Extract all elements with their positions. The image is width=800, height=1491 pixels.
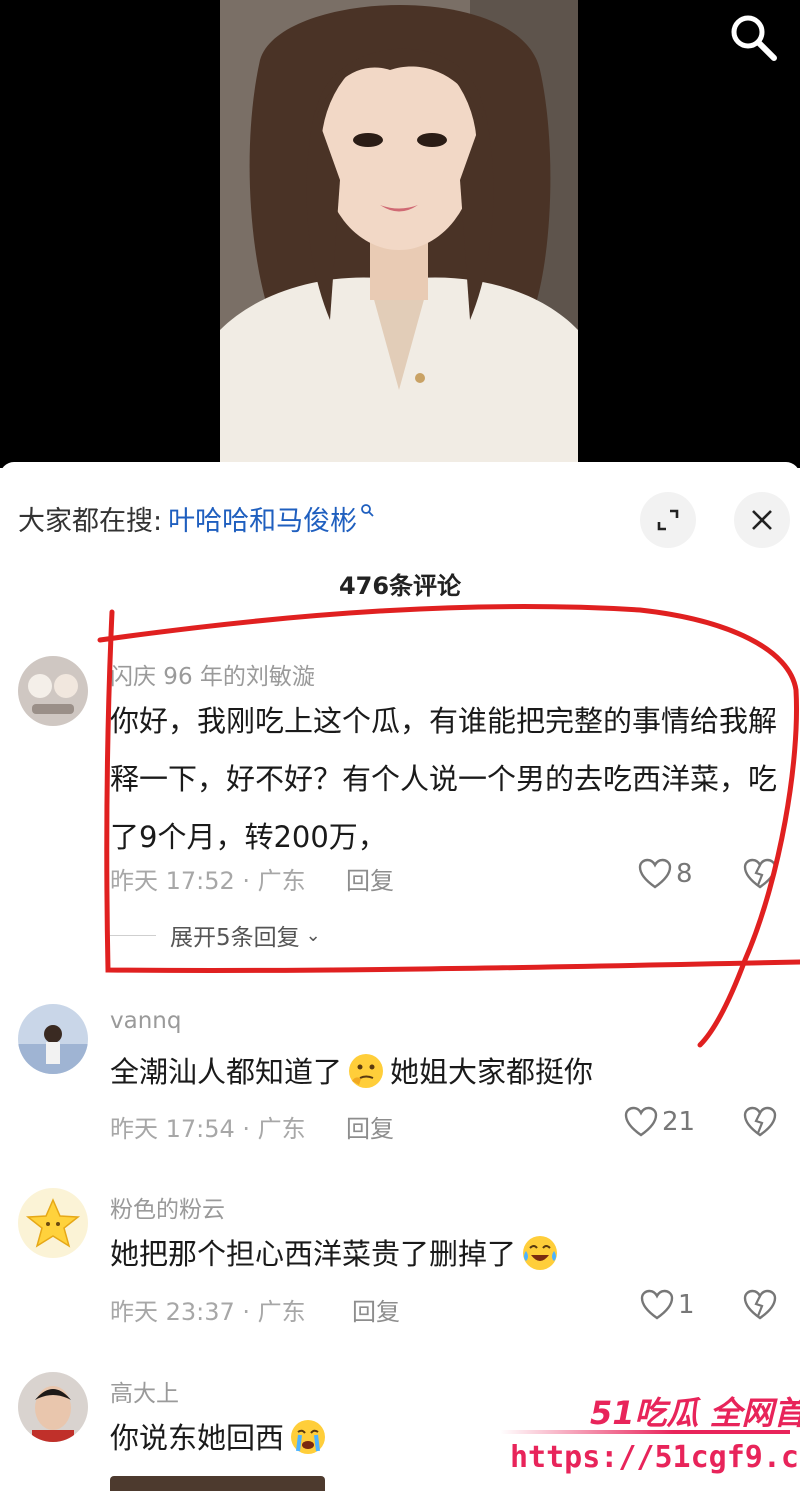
comment-text-part: 全潮汕人都知道了 [110,1055,343,1089]
comment-text-part: 她姐大家都挺你 [390,1055,594,1089]
comment-timestamp: 昨天 23:37 · 广东 [110,1298,306,1326]
like-button[interactable]: 1 [640,1289,695,1321]
expand-replies-button[interactable]: 展开5条回复 ⌄ [110,918,321,952]
crying-emoji [291,1420,326,1454]
laughing-crying-emoji [523,1236,558,1270]
comment-username[interactable]: 高大上 [110,1374,179,1408]
thinking-emoji [349,1054,384,1088]
comment-timestamp: 昨天 17:54 · 广东 [110,1115,306,1143]
trending-search[interactable]: 大家都在搜: 叶哈哈和马俊彬 [18,498,374,538]
expand-icon [657,509,679,531]
avatar[interactable] [18,1372,88,1442]
like-button[interactable]: 21 [624,1106,695,1138]
like-count: 8 [676,859,693,889]
video-frame-portrait [220,0,578,468]
dislike-button[interactable] [742,1289,778,1325]
close-icon [752,510,772,530]
comment-count: 476条评论 [338,572,462,600]
comment-text: 她把那个担心西洋菜贵了删掉了 [110,1225,780,1283]
expand-replies-label: 展开5条回复 [170,925,300,951]
trending-search-prefix: 大家都在搜: [18,505,163,537]
search-icon [360,502,374,521]
comment-text: 全潮汕人都知道了 她姐大家都挺你 [110,1043,780,1101]
reply-button[interactable]: 回复 [346,1109,394,1144]
comment-text-part: 你说东她回西 [110,1421,285,1455]
trending-search-term[interactable]: 叶哈哈和马俊彬 [168,499,357,538]
heart-icon [624,1106,658,1137]
broken-heart-icon [743,1289,777,1320]
expand-button[interactable] [640,492,696,548]
search-button[interactable] [726,10,782,66]
comment-text-part: 她把那个担心西洋菜贵了删掉了 [110,1237,517,1271]
comment-username[interactable]: 闪庆 96 年的刘敏漩 [110,657,315,691]
divider [110,934,156,936]
search-icon [731,15,777,61]
comments-sheet: 大家都在搜: 叶哈哈和马俊彬 476条评论 [0,462,800,1491]
comment-username[interactable]: vannq [110,1008,181,1034]
dislike-button[interactable] [742,1106,778,1142]
avatar[interactable] [18,1188,88,1258]
video-player[interactable] [0,0,800,468]
reply-button[interactable]: 回复 [346,861,394,896]
heart-icon [640,1289,674,1320]
comment-username[interactable]: 粉色的粉云 [110,1190,225,1224]
reply-button[interactable]: 回复 [352,1292,400,1327]
watermark-brand: 51吃瓜 全网首发 [590,1394,800,1432]
heart-icon [638,858,672,889]
avatar[interactable] [18,1004,88,1074]
comment-text: 你好，我刚吃上这个瓜，有谁能把完整的事情给我解释一下，好不好？有个人说一个男的去… [110,704,778,854]
close-button[interactable] [734,492,790,548]
like-count: 1 [678,1290,695,1320]
watermark-streak [500,1430,790,1434]
avatar[interactable] [18,656,88,726]
like-button[interactable]: 8 [638,858,693,890]
chevron-down-icon: ⌄ [305,924,321,946]
comment-image-thumbnail[interactable] [110,1476,325,1491]
comment-timestamp: 昨天 17:52 · 广东 [110,867,306,895]
broken-heart-icon [743,1106,777,1137]
dislike-button[interactable] [742,858,778,894]
watermark-url: https://51cgf9.com [510,1440,800,1475]
broken-heart-icon [743,858,777,889]
like-count: 21 [662,1107,696,1137]
